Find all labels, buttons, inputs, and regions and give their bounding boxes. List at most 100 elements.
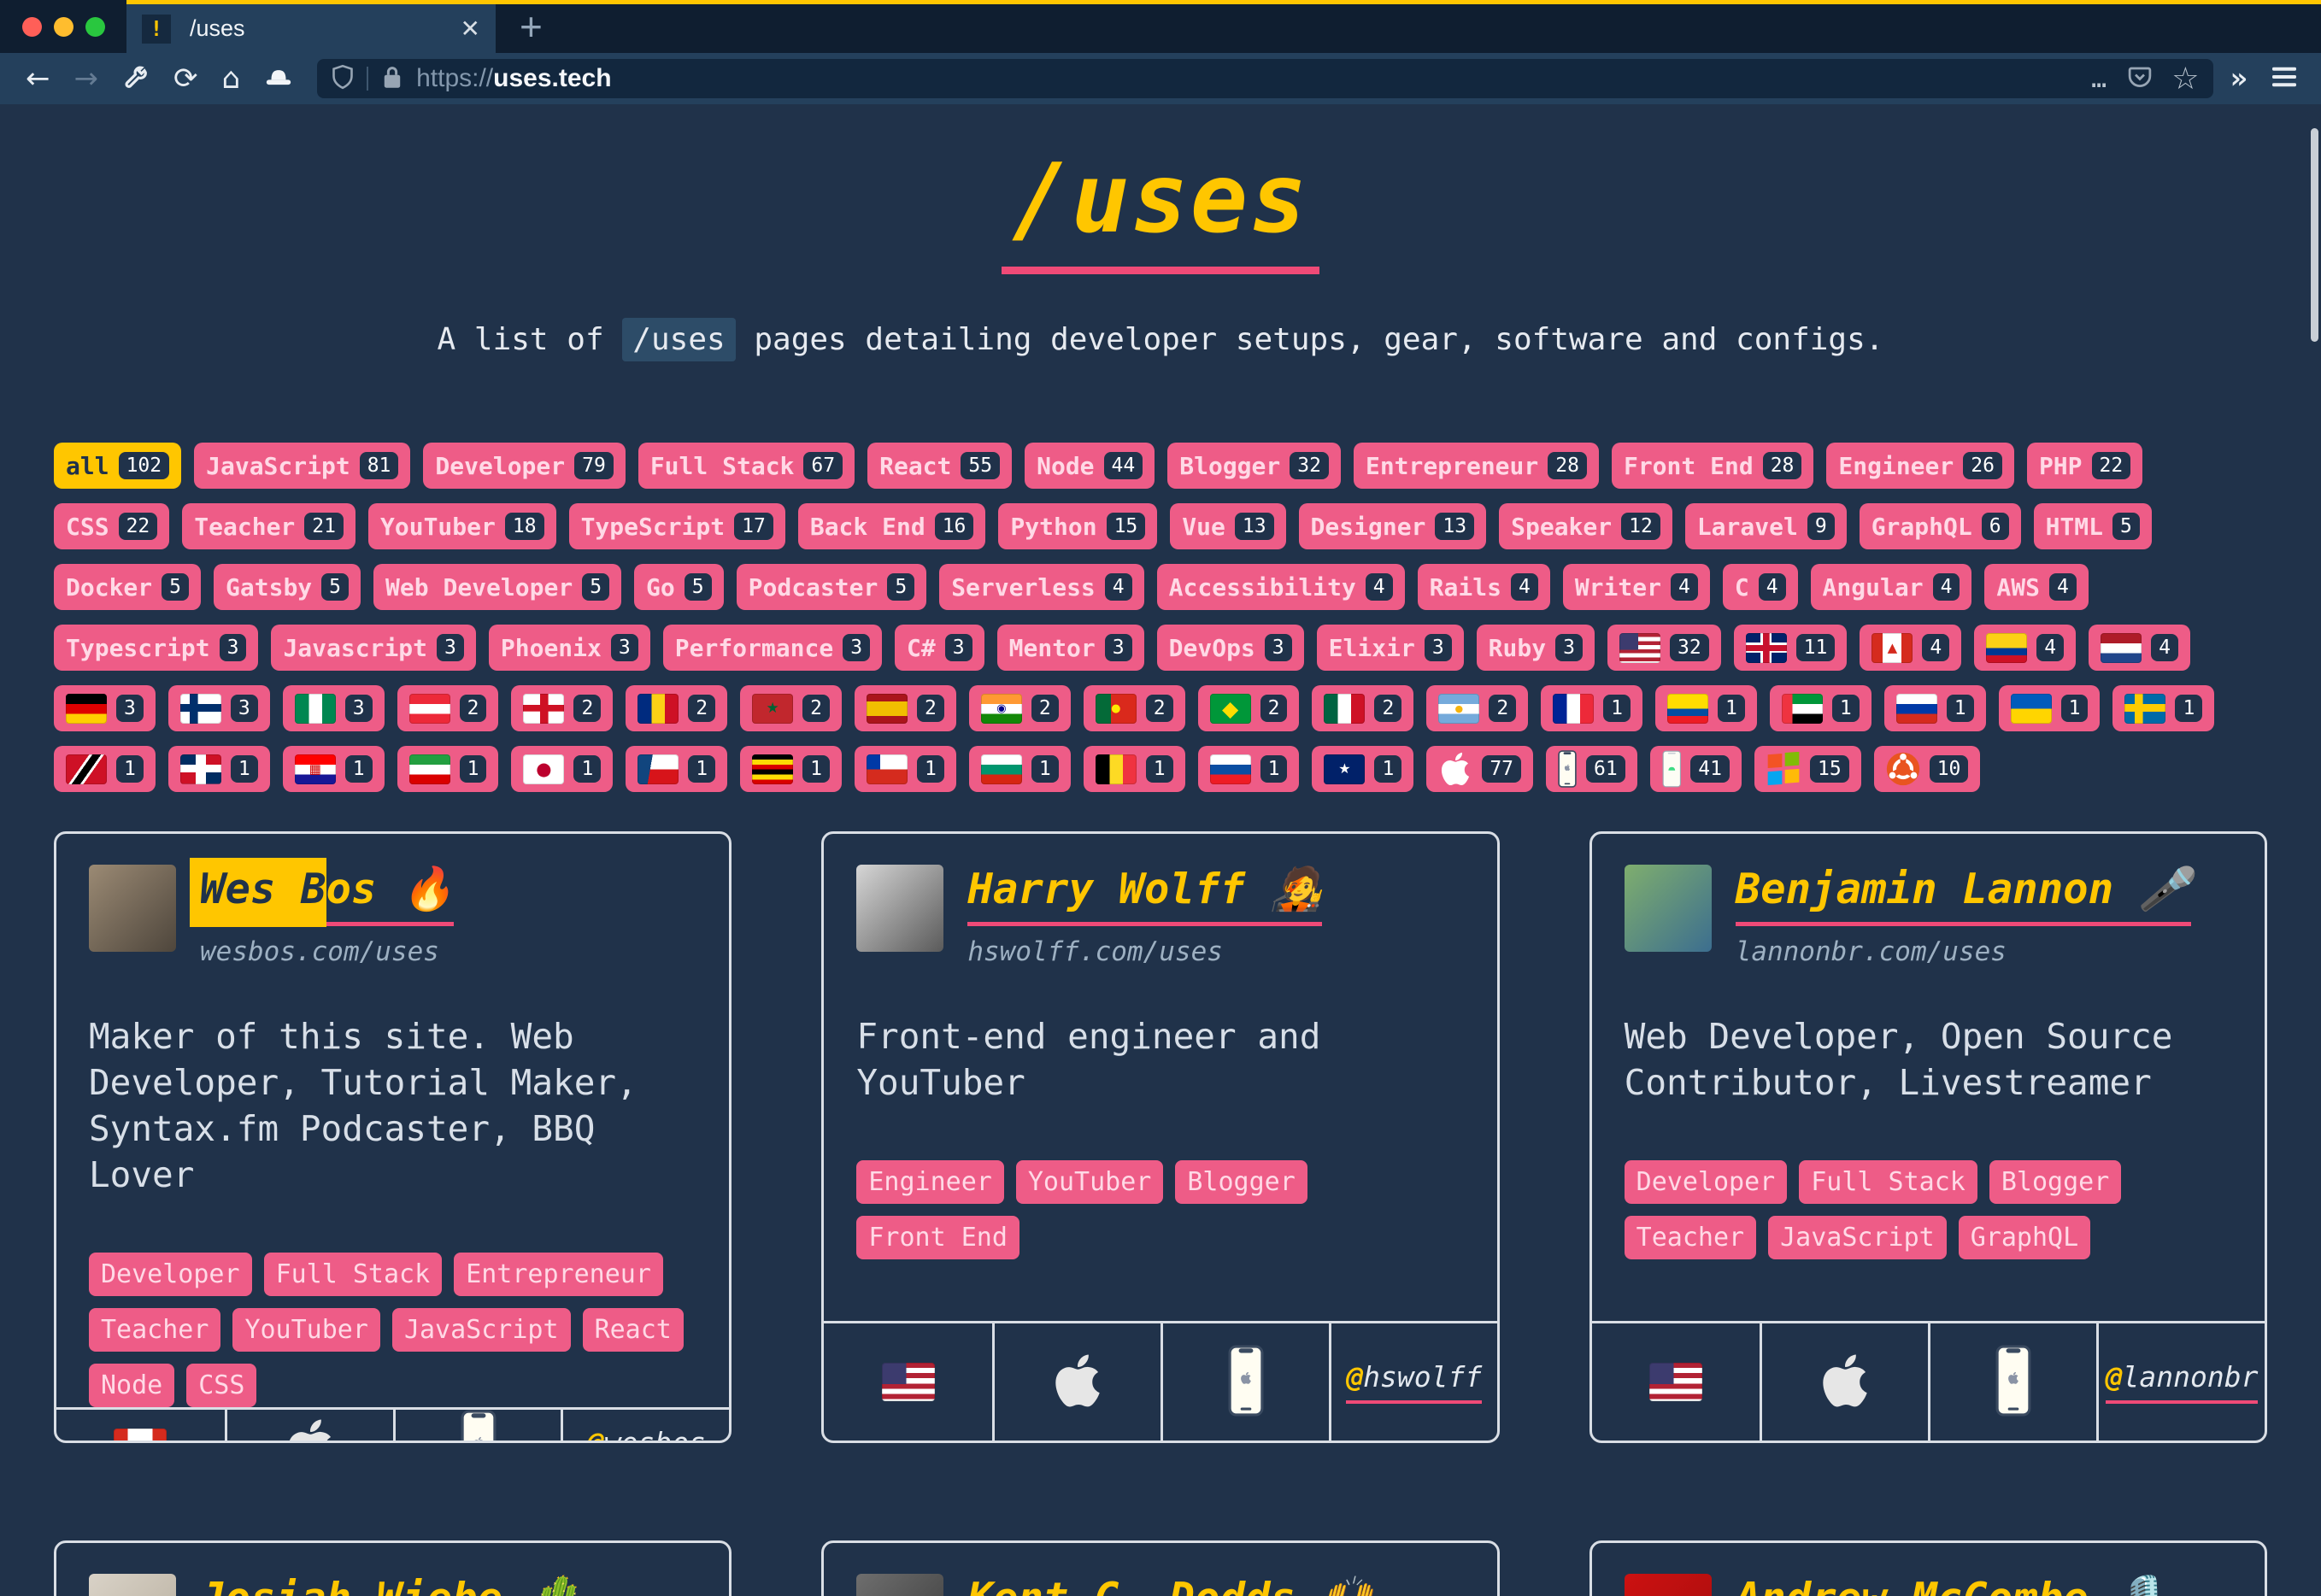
filter-chip-elixir[interactable]: Elixir3	[1317, 625, 1464, 671]
filter-chip-angular[interactable]: Angular4	[1811, 564, 1972, 610]
filter-chip-flag-belgium[interactable]: 1	[1084, 746, 1185, 792]
filter-chip-ruby[interactable]: Ruby3	[1477, 625, 1595, 671]
filter-chip-entrepreneur[interactable]: Entrepreneur28	[1354, 443, 1599, 489]
filter-chip-youtuber[interactable]: YouTuber18	[368, 503, 556, 549]
zoom-window-button[interactable]	[85, 17, 105, 37]
reload-icon[interactable]: ⟳	[173, 64, 198, 93]
filter-chip-flag-france[interactable]: 1	[1541, 685, 1642, 731]
profile-name-link[interactable]: Josiah Wiebe 🌵	[200, 1574, 580, 1596]
home-icon[interactable]: ⌂	[222, 64, 241, 93]
filter-chip-flag-nigeria[interactable]: 3	[283, 685, 385, 731]
profile-name-link[interactable]: Kent C. Dodds 🙌	[967, 1574, 1372, 1596]
filter-chip-devops[interactable]: DevOps3	[1157, 625, 1304, 671]
filter-chip-php[interactable]: PHP22	[2027, 443, 2142, 489]
filter-chip-flag-croatia[interactable]: ▦1	[283, 746, 385, 792]
filter-chip-flag-germany[interactable]: 3	[54, 685, 156, 731]
pocket-icon[interactable]	[2127, 64, 2153, 93]
filter-chip-flag-spain[interactable]: 2	[855, 685, 956, 731]
filter-chip-laravel[interactable]: Laravel9	[1685, 503, 1847, 549]
filter-chip-serverless[interactable]: Serverless4	[939, 564, 1143, 610]
filter-chip-mentor[interactable]: Mentor3	[997, 625, 1144, 671]
profile-name-link[interactable]: Andrew McCombe 🎙️	[1736, 1574, 2166, 1596]
filter-chip-apple[interactable]: 77	[1426, 746, 1533, 792]
hamburger-menu-icon[interactable]	[2270, 65, 2299, 92]
filter-chip-flag-india[interactable]: ◉2	[969, 685, 1071, 731]
profile-name-link[interactable]: Wes Bos 🔥	[200, 865, 454, 926]
filter-chip-ubuntu[interactable]: 10	[1874, 746, 1981, 792]
filter-chip-flag-russia[interactable]: 1	[1884, 685, 1986, 731]
filter-chip-flag-brazil[interactable]: ◆2	[1198, 685, 1300, 731]
filter-chip-flag-sweden[interactable]: 1	[2112, 685, 2214, 731]
filter-chip-flag-colombia[interactable]: 4	[1974, 625, 2076, 671]
filter-chip-iphone[interactable]: 61	[1546, 746, 1637, 792]
filter-chip-typescript[interactable]: TypeScript17	[569, 503, 785, 549]
url-bar[interactable]: https://uses.tech … ☆	[317, 59, 2212, 98]
filter-chip-flag-ukraine[interactable]: 1	[1999, 685, 2101, 731]
filter-chip-flag-canada[interactable]: ▲4	[1860, 625, 1961, 671]
scrollbar-thumb[interactable]	[2311, 128, 2318, 342]
forward-icon[interactable]: →	[74, 64, 99, 93]
filter-chip-flag-morocco[interactable]: ★2	[740, 685, 842, 731]
hat-icon[interactable]	[264, 66, 293, 91]
shield-icon[interactable]	[331, 63, 355, 94]
url-text[interactable]: https://uses.tech	[416, 64, 611, 93]
filter-chip-flag-uganda[interactable]: 1	[740, 746, 842, 792]
profile-uses-url[interactable]: hswolff.com/uses	[967, 936, 1322, 967]
filter-chip-docker[interactable]: Docker5	[54, 564, 201, 610]
profile-name-link[interactable]: Harry Wolff 🧑‍🎤	[967, 865, 1322, 926]
filter-chip-graphql[interactable]: GraphQL6	[1860, 503, 2021, 549]
filter-chip-c[interactable]: C4	[1723, 564, 1798, 610]
filter-chip-flag-iran[interactable]: 1	[397, 746, 499, 792]
filter-chip-flag-uae[interactable]: 1	[1770, 685, 1871, 731]
filter-chip-gatsby[interactable]: Gatsby5	[214, 564, 361, 610]
filter-chip-windows[interactable]: 15	[1754, 746, 1861, 792]
filter-chip-all[interactable]: all102	[54, 443, 181, 489]
filter-chip-writer[interactable]: Writer4	[1563, 564, 1710, 610]
profile-name-link[interactable]: Benjamin Lannon 🎤	[1736, 865, 2191, 926]
filter-chip-flag-romania[interactable]: 2	[626, 685, 727, 731]
filter-chip-web-developer[interactable]: Web Developer5	[373, 564, 621, 610]
filter-chip-python[interactable]: Python15	[998, 503, 1157, 549]
profile-handle-link[interactable]: @wesbos	[587, 1426, 706, 1443]
back-icon[interactable]: ←	[26, 64, 50, 93]
filter-chip-react[interactable]: React55	[867, 443, 1012, 489]
filter-chip-c[interactable]: C#3	[895, 625, 984, 671]
wrench-icon[interactable]	[122, 65, 150, 92]
close-window-button[interactable]	[22, 17, 42, 37]
filter-chip-javascript[interactable]: JavaScript81	[194, 443, 410, 489]
filter-chip-developer[interactable]: Developer79	[423, 443, 625, 489]
filter-chip-rails[interactable]: Rails4	[1418, 564, 1550, 610]
filter-chip-flag-finland[interactable]: 3	[168, 685, 270, 731]
filter-chip-flag-czechia[interactable]: 1	[626, 746, 727, 792]
lock-icon[interactable]	[380, 64, 404, 93]
tab-close-icon[interactable]: ✕	[461, 15, 480, 43]
profile-handle-link[interactable]: @hswolff	[1346, 1360, 1482, 1404]
filter-chip-flag-japan[interactable]: ●1	[511, 746, 613, 792]
filter-chip-flag-trinidad[interactable]: 1	[54, 746, 156, 792]
filter-chip-accessibility[interactable]: Accessibility4	[1157, 564, 1405, 610]
filter-chip-flag-australia[interactable]: ★1	[1312, 746, 1413, 792]
filter-chip-front-end[interactable]: Front End28	[1612, 443, 1813, 489]
filter-chip-flag-bulgaria[interactable]: 1	[969, 746, 1071, 792]
filter-chip-flag-england[interactable]: 2	[511, 685, 613, 731]
filter-chip-android[interactable]: 41	[1650, 746, 1742, 792]
filter-chip-phoenix[interactable]: Phoenix3	[489, 625, 650, 671]
filter-chip-flag-portugal[interactable]: ●2	[1084, 685, 1185, 731]
filter-chip-back-end[interactable]: Back End16	[798, 503, 986, 549]
overflow-chevrons-icon[interactable]: »	[2230, 62, 2248, 96]
filter-chip-flag-uk[interactable]: 11	[1734, 625, 1848, 671]
filter-chip-engineer[interactable]: Engineer26	[1826, 443, 2014, 489]
filter-chip-aws[interactable]: AWS4	[1984, 564, 2088, 610]
filter-chip-css[interactable]: CSS22	[54, 503, 169, 549]
bookmark-star-icon[interactable]: ☆	[2171, 62, 2199, 97]
filter-chip-podcaster[interactable]: Podcaster5	[737, 564, 927, 610]
filter-chip-vue[interactable]: Vue13	[1170, 503, 1285, 549]
filter-chip-javascript[interactable]: Javascript3	[271, 625, 475, 671]
filter-chip-flag-mexico[interactable]: 2	[1312, 685, 1413, 731]
filter-chip-teacher[interactable]: Teacher21	[182, 503, 355, 549]
filter-chip-flag-argentina[interactable]: ●2	[1426, 685, 1528, 731]
profile-uses-url[interactable]: lannonbr.com/uses	[1736, 936, 2191, 967]
profile-handle-link[interactable]: @lannonbr	[2106, 1360, 2259, 1404]
minimize-window-button[interactable]	[54, 17, 73, 37]
profile-uses-url[interactable]: wesbos.com/uses	[200, 936, 454, 967]
